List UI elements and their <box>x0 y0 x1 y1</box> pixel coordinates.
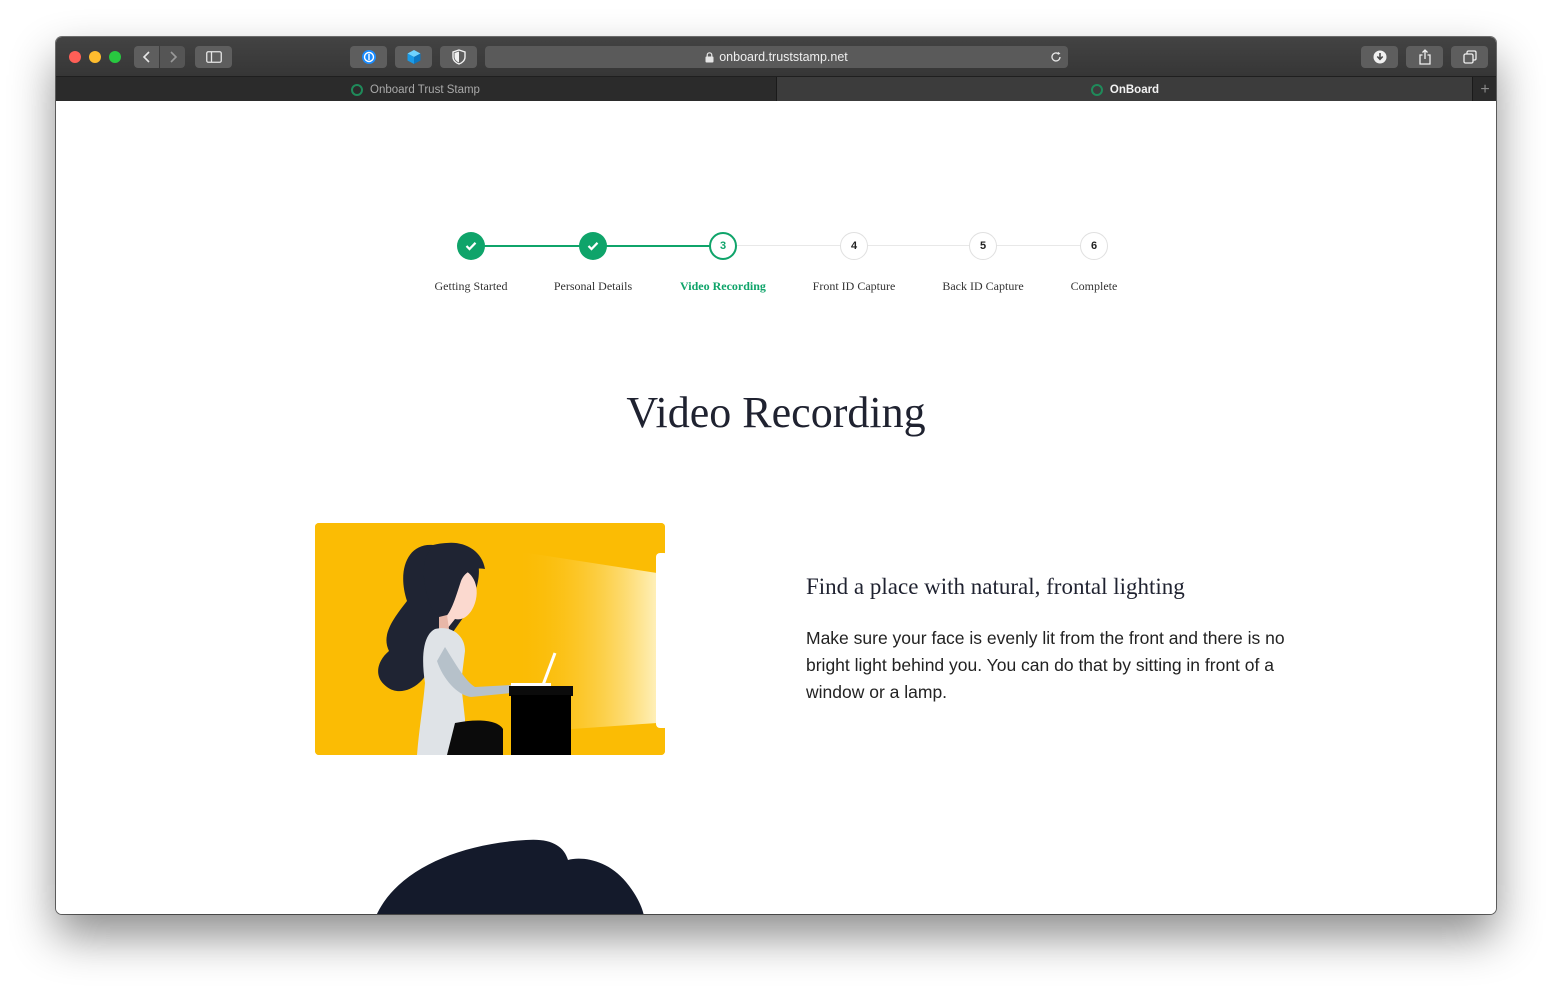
zoom-window-button[interactable] <box>109 51 121 63</box>
page-title: Video Recording <box>626 388 926 437</box>
tab-label: Onboard Trust Stamp <box>370 83 480 96</box>
tab-onboard-trust-stamp[interactable]: Onboard Trust Stamp <box>56 77 775 102</box>
stepper-line-pending <box>722 245 1094 246</box>
download-icon <box>1373 50 1386 64</box>
site-favicon-icon <box>351 83 364 96</box>
share-icon <box>1418 49 1431 65</box>
sidebar-toggle-button[interactable] <box>195 46 232 68</box>
address-url: onboard.truststamp.net <box>719 50 848 64</box>
next-illustration-hair <box>377 839 644 914</box>
check-icon <box>465 242 477 251</box>
reload-icon[interactable] <box>1050 51 1062 63</box>
close-window-button[interactable] <box>69 51 81 63</box>
forward-button[interactable] <box>160 46 185 68</box>
shield-icon <box>451 49 466 65</box>
step-4-indicator: 4 <box>840 232 868 260</box>
lighting-illustration <box>315 523 665 755</box>
site-favicon-icon <box>1090 83 1103 96</box>
cube-icon <box>407 50 420 64</box>
chevron-right-icon <box>169 51 177 63</box>
tab-overview-button[interactable] <box>1451 46 1488 68</box>
step-6-label: Complete <box>1070 279 1118 293</box>
page-content: 3 4 5 6 Getting Started Personal Details… <box>56 101 1496 914</box>
privacy-shield-button[interactable] <box>440 46 477 68</box>
chevron-left-icon <box>142 51 150 63</box>
tabs-icon <box>1462 50 1477 64</box>
downloads-button[interactable] <box>1361 46 1398 68</box>
step-3-indicator: 3 <box>709 232 737 260</box>
step-1-indicator <box>457 232 485 260</box>
step-5-indicator: 5 <box>969 232 997 260</box>
back-button[interactable] <box>134 46 159 68</box>
tab-label: OnBoard <box>1109 83 1160 96</box>
step-6-indicator: 6 <box>1080 232 1108 260</box>
browser-window: onboard.truststamp.net Onboard Trust Sta… <box>56 37 1496 914</box>
step-2-indicator <box>579 232 607 260</box>
share-button[interactable] <box>1406 46 1443 68</box>
password-manager-icon <box>361 50 376 64</box>
tip-text: Make sure your face is evenly lit from t… <box>806 628 1285 702</box>
tip-title: Find a place with natural, frontal light… <box>806 574 1185 599</box>
tab-onboard[interactable]: OnBoard <box>776 77 1473 102</box>
browser-toolbar: onboard.truststamp.net <box>56 37 1496 76</box>
new-tab-button[interactable]: + <box>1472 77 1496 102</box>
woman-at-laptop-illustration <box>315 523 665 755</box>
sidebar-icon <box>205 51 222 63</box>
progress-stepper: 3 4 5 6 Getting Started Personal Details… <box>56 101 1496 361</box>
tab-bar: Onboard Trust Stamp OnBoard + <box>56 76 1496 103</box>
check-icon <box>587 242 599 251</box>
minimize-window-button[interactable] <box>89 51 101 63</box>
extension-box-button[interactable] <box>395 46 432 68</box>
password-manager-button[interactable] <box>350 46 387 68</box>
address-bar[interactable]: onboard.truststamp.net <box>485 46 1068 68</box>
lock-icon <box>705 51 714 62</box>
